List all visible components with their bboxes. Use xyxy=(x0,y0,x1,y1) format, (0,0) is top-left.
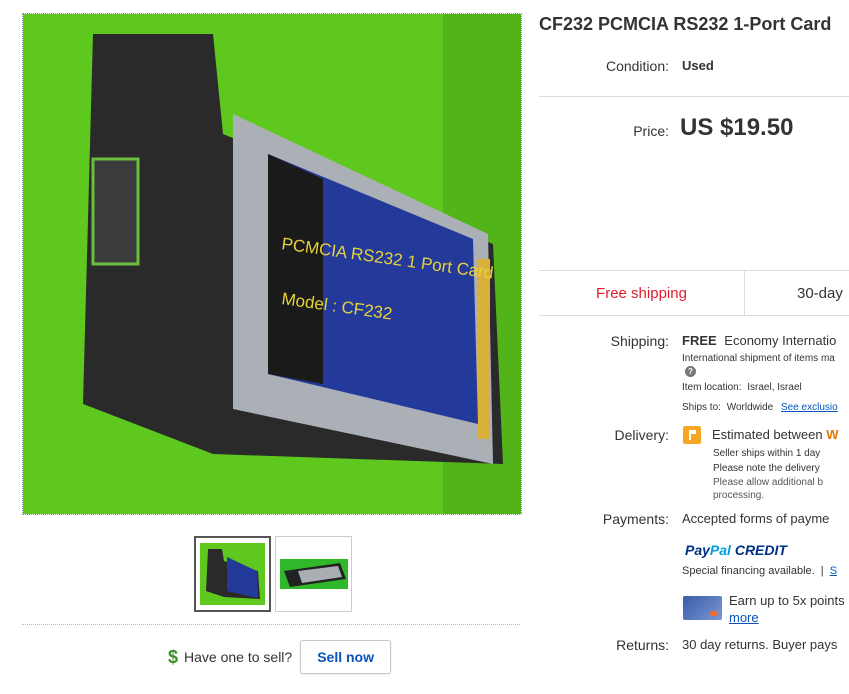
payments-accepted: Accepted forms of payme xyxy=(682,511,830,526)
sell-question: Have one to sell? xyxy=(184,649,293,665)
flag-icon xyxy=(683,426,701,444)
condition-value: Used xyxy=(682,58,714,73)
shipping-summary: Free shipping 30-day xyxy=(539,270,849,316)
earn-points: Earn up to 5x points xyxy=(729,593,845,608)
more-link[interactable]: more xyxy=(729,610,759,625)
item-location: Item location: Israel, Israel xyxy=(682,382,802,393)
paypal-pay: Pay xyxy=(685,542,710,558)
delivery-estimate: Estimated between W xyxy=(712,427,838,442)
shipping-method-name: Economy Internatio xyxy=(724,333,837,348)
financing-link[interactable]: S xyxy=(830,565,837,577)
help-icon[interactable]: ? xyxy=(685,366,696,377)
ships-to-value: Worldwide xyxy=(726,402,774,413)
paypal-credit: CREDIT xyxy=(734,542,787,558)
thumbnail-strip xyxy=(194,536,352,612)
shipping-label: Shipping: xyxy=(610,333,669,349)
delivery-estimate-text: Estimated between xyxy=(712,427,823,442)
sell-prompt: $ Have one to sell? Sell now xyxy=(168,640,391,674)
paypal-pal: Pal xyxy=(709,542,731,558)
shipping-free: FREE xyxy=(682,333,717,348)
financing-separator: | xyxy=(820,565,824,577)
free-shipping-badge: Free shipping xyxy=(539,271,745,315)
ships-to: Ships to: Worldwide See exclusio xyxy=(682,402,838,413)
see-exclusions-link[interactable]: See exclusio xyxy=(781,402,838,413)
thumbnail-2[interactable] xyxy=(275,536,352,612)
delivery-line-1: Seller ships within 1 day xyxy=(713,448,821,459)
shipping-note: International shipment of items ma xyxy=(682,353,835,364)
left-divider xyxy=(22,624,520,625)
ships-to-label: Ships to: xyxy=(682,402,721,413)
sell-now-button[interactable]: Sell now xyxy=(300,640,391,674)
item-location-label: Item location: xyxy=(682,382,742,393)
payments-label: Payments: xyxy=(602,511,669,527)
returns-label: Returns: xyxy=(616,637,669,653)
returns-value: 30 day returns. Buyer pays xyxy=(682,637,838,652)
price-label: Price: xyxy=(633,123,669,139)
divider xyxy=(539,96,849,97)
dollar-icon: $ xyxy=(168,646,179,667)
item-location-value: Israel, Israel xyxy=(747,382,802,393)
shipping-method: FREE Economy Internatio xyxy=(682,333,836,348)
financing-line: Special financing available. | S xyxy=(682,565,837,577)
thumbnail-1[interactable] xyxy=(194,536,271,612)
paypal-credit-logo: PayPal CREDIT xyxy=(685,542,787,558)
returns-badge: 30-day xyxy=(797,284,843,302)
delivery-label: Delivery: xyxy=(614,427,669,443)
item-title: CF232 PCMCIA RS232 1-Port Card xyxy=(539,14,832,34)
financing-text: Special financing available. xyxy=(682,565,815,577)
delivery-line-4: processing. xyxy=(713,490,765,501)
credit-card-icon xyxy=(683,596,722,620)
delivery-line-3: Please allow additional b xyxy=(713,477,824,488)
delivery-estimate-date: W xyxy=(826,427,839,442)
condition-label: Condition: xyxy=(605,58,669,74)
main-product-image[interactable]: PCMCIA RS232 1 Port Card Model : CF232 xyxy=(22,13,522,515)
delivery-line-2: Please note the delivery xyxy=(713,463,820,474)
price-value: US $19.50 xyxy=(680,114,794,141)
